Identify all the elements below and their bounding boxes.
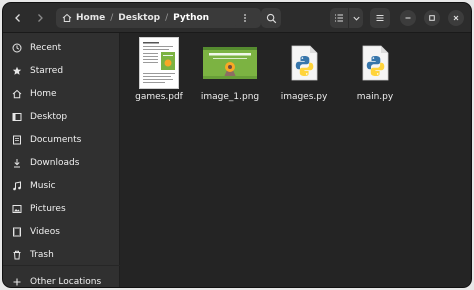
sidebar-divider <box>3 265 120 266</box>
sidebar-item-label: Trash <box>30 250 54 260</box>
sidebar-item-label: Desktop <box>30 112 68 122</box>
file-item[interactable]: image_1.png <box>195 37 265 109</box>
python-file-icon <box>361 37 389 89</box>
file-view: games.pdf image_1.png images.py main.py <box>120 33 471 287</box>
sidebar-item-label: Starred <box>30 66 64 76</box>
home-icon <box>62 13 72 22</box>
file-item[interactable]: games.pdf <box>124 37 194 109</box>
path-bar: Home / Desktop / Python <box>56 8 261 28</box>
picture-icon <box>12 204 22 214</box>
sidebar-item-home[interactable]: Home <box>7 84 116 104</box>
download-icon <box>12 158 22 168</box>
chevron-right-icon <box>38 14 43 22</box>
minimize-button[interactable] <box>400 10 416 26</box>
chevron-left-icon <box>15 14 20 22</box>
sidebar-item-label: Pictures <box>30 204 66 214</box>
header-bar: Home / Desktop / Python <box>3 3 471 33</box>
desktop-icon <box>12 112 22 122</box>
path-menu-button[interactable] <box>235 8 255 28</box>
search-button[interactable] <box>261 8 281 28</box>
sidebar-item-videos[interactable]: Videos <box>7 222 116 242</box>
plus-icon <box>12 277 22 287</box>
minimize-icon <box>405 17 411 19</box>
trash-icon <box>12 250 22 260</box>
sidebar-item-label: Documents <box>30 135 82 145</box>
file-name: games.pdf <box>135 92 183 102</box>
maximize-icon <box>429 15 435 21</box>
sidebar-item-downloads[interactable]: Downloads <box>7 153 116 173</box>
sidebar: Recent Starred Home Desktop Documents Do… <box>3 33 120 287</box>
sidebar-item-pictures[interactable]: Pictures <box>7 199 116 219</box>
view-list-button[interactable] <box>330 8 348 28</box>
document-icon <box>12 135 22 145</box>
view-options-dropdown[interactable] <box>349 8 363 28</box>
home-icon <box>12 89 22 99</box>
sidebar-item-other-locations[interactable]: Other Locations <box>7 272 116 287</box>
search-icon <box>266 13 276 23</box>
sidebar-item-label: Recent <box>30 43 62 53</box>
path-segment-python[interactable]: Python <box>173 13 209 23</box>
sidebar-item-trash[interactable]: Trash <box>7 245 116 265</box>
hamburger-menu-icon <box>376 15 384 21</box>
sidebar-item-label: Videos <box>30 227 60 237</box>
path-separator: / <box>110 13 114 23</box>
sidebar-item-music[interactable]: Music <box>7 176 116 196</box>
file-item[interactable]: images.py <box>269 37 339 109</box>
image-thumbnail <box>203 37 257 89</box>
main-menu-button[interactable] <box>370 8 390 28</box>
sidebar-item-starred[interactable]: Starred <box>7 61 116 81</box>
file-name: images.py <box>280 92 328 102</box>
close-button[interactable] <box>448 10 464 26</box>
sidebar-item-label: Other Locations <box>30 277 102 287</box>
forward-button[interactable] <box>30 8 50 28</box>
file-item[interactable]: main.py <box>340 37 410 109</box>
python-file-icon <box>290 37 318 89</box>
vertical-dots-icon <box>244 14 246 22</box>
back-button[interactable] <box>8 8 28 28</box>
path-segment-home[interactable]: Home <box>76 13 105 23</box>
pdf-thumbnail <box>139 37 179 89</box>
close-icon <box>453 15 459 21</box>
sidebar-item-label: Home <box>30 89 57 99</box>
file-name: main.py <box>356 92 394 102</box>
sidebar-item-label: Downloads <box>30 158 80 168</box>
video-icon <box>12 227 22 237</box>
sidebar-item-label: Music <box>30 181 56 191</box>
clock-icon <box>12 43 22 53</box>
list-view-icon <box>335 14 343 22</box>
star-icon <box>12 66 22 76</box>
sidebar-item-recent[interactable]: Recent <box>7 38 116 58</box>
maximize-button[interactable] <box>424 10 440 26</box>
music-icon <box>12 181 22 191</box>
file-name: image_1.png <box>200 92 260 102</box>
chevron-down-icon <box>352 16 360 21</box>
path-separator: / <box>165 13 169 23</box>
file-manager-window: Home / Desktop / Python Recent Starred H… <box>3 3 471 287</box>
sidebar-item-desktop[interactable]: Desktop <box>7 107 116 127</box>
sidebar-item-documents[interactable]: Documents <box>7 130 116 150</box>
path-segment-desktop[interactable]: Desktop <box>118 13 160 23</box>
